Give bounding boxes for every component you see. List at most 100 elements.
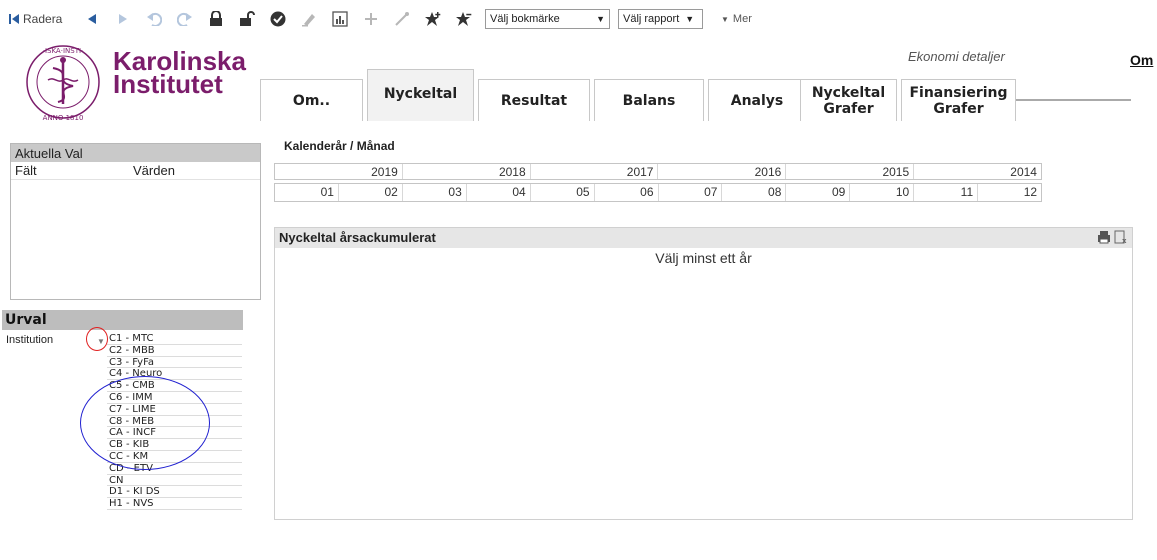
print-icon[interactable] (1097, 230, 1111, 247)
chevron-down-icon: ▼ (685, 14, 695, 24)
col-values: Värden (133, 163, 175, 178)
undo-icon (146, 12, 162, 26)
economy-detail-label: Ekonomi detaljer (908, 49, 1005, 64)
toolbar: Radera Välj bokmärke ▼ Välj rapport ▼ ▼ … (0, 0, 1157, 38)
logo-line-2: Institutet (113, 69, 223, 99)
wand-icon (394, 11, 410, 27)
tab-balans[interactable]: Balans (594, 79, 704, 121)
calendar-label: Kalenderår / Månad (284, 139, 395, 153)
list-item[interactable]: H1 - NVS (107, 498, 242, 510)
tab-nyckeltal-grafer[interactable]: Nyckeltal Grafer (800, 79, 897, 121)
current-selections-title: Aktuella Val (11, 144, 260, 162)
bookmark-select[interactable]: Välj bokmärke ▼ (485, 9, 610, 29)
month-cell[interactable]: 05 (531, 184, 595, 201)
export-excel-icon[interactable]: x (1114, 230, 1128, 247)
arrow-right-icon (118, 13, 128, 25)
clear-button[interactable]: Radera (8, 7, 76, 31)
year-cell[interactable]: 2014 (914, 164, 1041, 179)
month-cell[interactable]: 03 (403, 184, 467, 201)
list-item[interactable]: D1 - KI DS (107, 486, 242, 499)
current-selections-header: Fält Värden (11, 162, 260, 180)
bookmark-select-value: Välj bokmärke (490, 13, 560, 25)
pencil-icon (301, 11, 317, 27)
list-item[interactable]: C3 - FyFa (107, 357, 242, 369)
month-cell[interactable]: 07 (659, 184, 723, 201)
om-link[interactable]: Om (1130, 52, 1153, 68)
confirm-button[interactable] (262, 7, 293, 31)
list-item[interactable]: CN (107, 475, 242, 487)
institution-label: Institution (6, 334, 54, 346)
kpi-panel-title: Nyckeltal årsackumulerat (279, 230, 436, 245)
forward-button[interactable] (107, 7, 138, 31)
arrow-left-icon (87, 13, 97, 25)
chevron-down-icon: ▼ (596, 14, 605, 24)
month-cell[interactable]: 12 (978, 184, 1041, 201)
kpi-panel-header: Nyckeltal årsackumulerat x (275, 228, 1132, 248)
month-cell[interactable]: 11 (914, 184, 979, 201)
star-minus-icon (455, 11, 473, 27)
tab-analys[interactable]: Analys (708, 79, 806, 121)
month-cell[interactable]: 04 (467, 184, 531, 201)
unlock-icon (239, 11, 255, 27)
logo-text: Karolinska Institutet (113, 48, 246, 99)
month-cell[interactable]: 10 (850, 184, 915, 201)
kpi-panel-message: Välj minst ett år (655, 250, 752, 266)
year-cell[interactable]: 2018 (403, 164, 531, 179)
month-cell[interactable]: 01 (275, 184, 339, 201)
karolinska-logo: ·ISKA·INSTI· ANNO 1810 Karolinska Instit… (18, 40, 246, 124)
month-cell[interactable]: 08 (722, 184, 787, 201)
check-circle-icon (270, 11, 286, 27)
lock-button[interactable] (200, 7, 231, 31)
annotation-blue-circle (80, 376, 210, 470)
current-selections-box: Aktuella Val Fält Värden (10, 143, 261, 300)
year-cell[interactable]: 2015 (786, 164, 915, 179)
col-field: Fält (15, 163, 37, 178)
month-selector: 01 02 03 04 05 06 07 08 09 10 11 12 (274, 183, 1042, 202)
report-select-value: Välj rapport (623, 13, 680, 25)
panel-icons: x (1097, 230, 1128, 247)
svg-text:ANNO 1810: ANNO 1810 (43, 114, 84, 122)
report-select[interactable]: Välj rapport ▼ (618, 9, 703, 29)
tab-resultat[interactable]: Resultat (478, 79, 590, 121)
clear-button-label: Radera (23, 12, 63, 26)
month-cell[interactable]: 09 (786, 184, 851, 201)
list-item[interactable]: C1 - MTC (107, 333, 242, 345)
remove-bookmark-button[interactable] (448, 7, 479, 31)
tab-finansiering-grafer[interactable]: Finansiering Grafer (901, 79, 1016, 121)
more-menu-label: Mer (732, 13, 752, 25)
urval-title: Urval (2, 310, 243, 330)
month-cell[interactable]: 06 (595, 184, 659, 201)
svg-text:·ISKA·INSTI·: ·ISKA·INSTI· (43, 47, 84, 55)
star-plus-icon (424, 11, 442, 27)
list-item[interactable]: C2 - MBB (107, 345, 242, 357)
year-cell[interactable]: 2019 (275, 164, 403, 179)
plus-icon (364, 12, 378, 26)
more-menu[interactable]: ▼ Mer (721, 13, 752, 25)
add-button[interactable] (355, 7, 386, 31)
redo-button[interactable] (169, 7, 200, 31)
report-button[interactable] (324, 7, 355, 31)
edit-button[interactable] (293, 7, 324, 31)
tab-om[interactable]: Om.. (260, 79, 363, 121)
unlock-button[interactable] (231, 7, 262, 31)
year-selector: 2019 2018 2017 2016 2015 2014 (274, 163, 1042, 180)
tab-nyckeltal[interactable]: Nyckeltal (367, 69, 474, 121)
add-bookmark-button[interactable] (417, 7, 448, 31)
kpi-panel: Nyckeltal årsackumulerat x Välj minst et… (274, 227, 1133, 520)
year-cell[interactable]: 2017 (531, 164, 659, 179)
tab-bar: Om.. Nyckeltal Resultat Balans Analys Ny… (260, 69, 1140, 121)
chart-report-icon (331, 11, 348, 27)
redo-icon (176, 12, 193, 26)
ki-seal-icon: ·ISKA·INSTI· ANNO 1810 (26, 45, 100, 122)
chevron-down-icon: ▼ (721, 14, 729, 24)
undo-button[interactable] (138, 7, 169, 31)
lock-icon (209, 11, 223, 27)
annotation-red-circle (86, 327, 108, 351)
year-cell[interactable]: 2016 (658, 164, 787, 179)
month-cell[interactable]: 02 (339, 184, 403, 201)
magic-button[interactable] (386, 7, 417, 31)
svg-text:x: x (1122, 237, 1127, 244)
tabs-divider (1016, 99, 1131, 101)
skip-back-icon (8, 13, 20, 25)
back-button[interactable] (76, 7, 107, 31)
